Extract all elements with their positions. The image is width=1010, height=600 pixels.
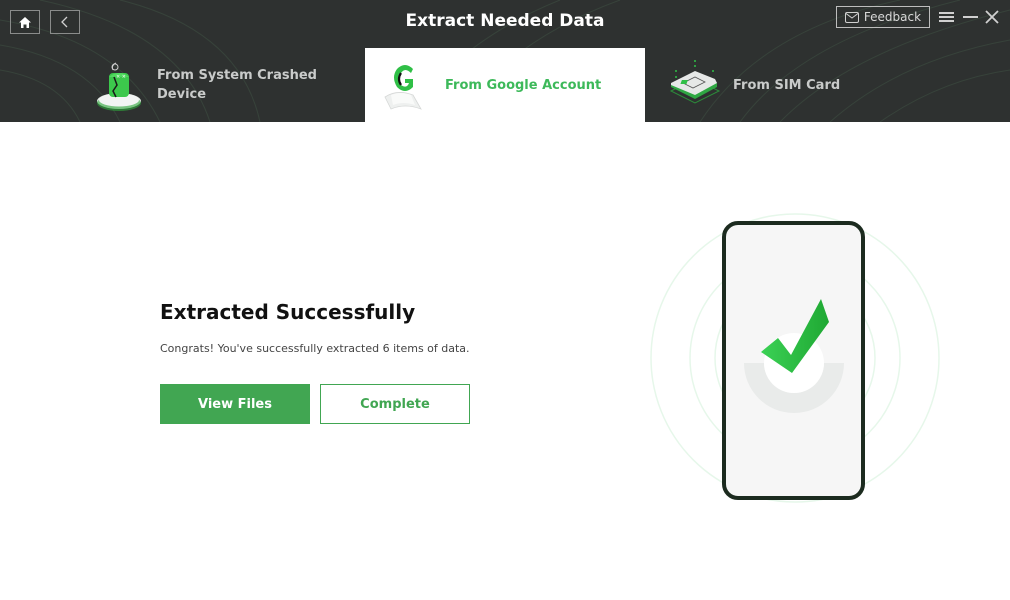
google-account-icon [384, 65, 422, 110]
minimize-button[interactable] [961, 8, 979, 26]
view-files-button[interactable]: View Files [160, 384, 310, 424]
sim-card-icon [669, 60, 721, 104]
tab-label: From SIM Card [733, 77, 841, 93]
svg-text:× ×: × × [116, 74, 126, 80]
close-button[interactable] [983, 8, 1001, 26]
close-icon [985, 10, 999, 24]
complete-button[interactable]: Complete [320, 384, 470, 424]
tab-google-account[interactable]: From Google Account [365, 48, 645, 122]
crashed-android-icon: × × [97, 62, 141, 111]
page-title: Extracted Successfully [160, 300, 416, 324]
feedback-label: Feedback [863, 10, 922, 24]
menu-button[interactable] [937, 8, 955, 26]
menu-icon [938, 12, 954, 22]
tab-sim-card[interactable]: From SIM Card [645, 48, 925, 122]
tab-label: From Google Account [445, 77, 602, 93]
tab-label: From System Crashed Device [157, 68, 317, 102]
feedback-button[interactable]: Feedback [836, 6, 930, 28]
success-phone-illustration [650, 213, 940, 503]
header-bar: Extract Needed Data Feedback × × From Sy… [0, 0, 1010, 122]
success-message: Congrats! You've successfully extracted … [160, 342, 470, 355]
tab-system-crashed-device[interactable]: × × From System Crashed Device [85, 48, 365, 122]
mail-icon [844, 11, 859, 23]
minimize-icon [962, 16, 978, 18]
